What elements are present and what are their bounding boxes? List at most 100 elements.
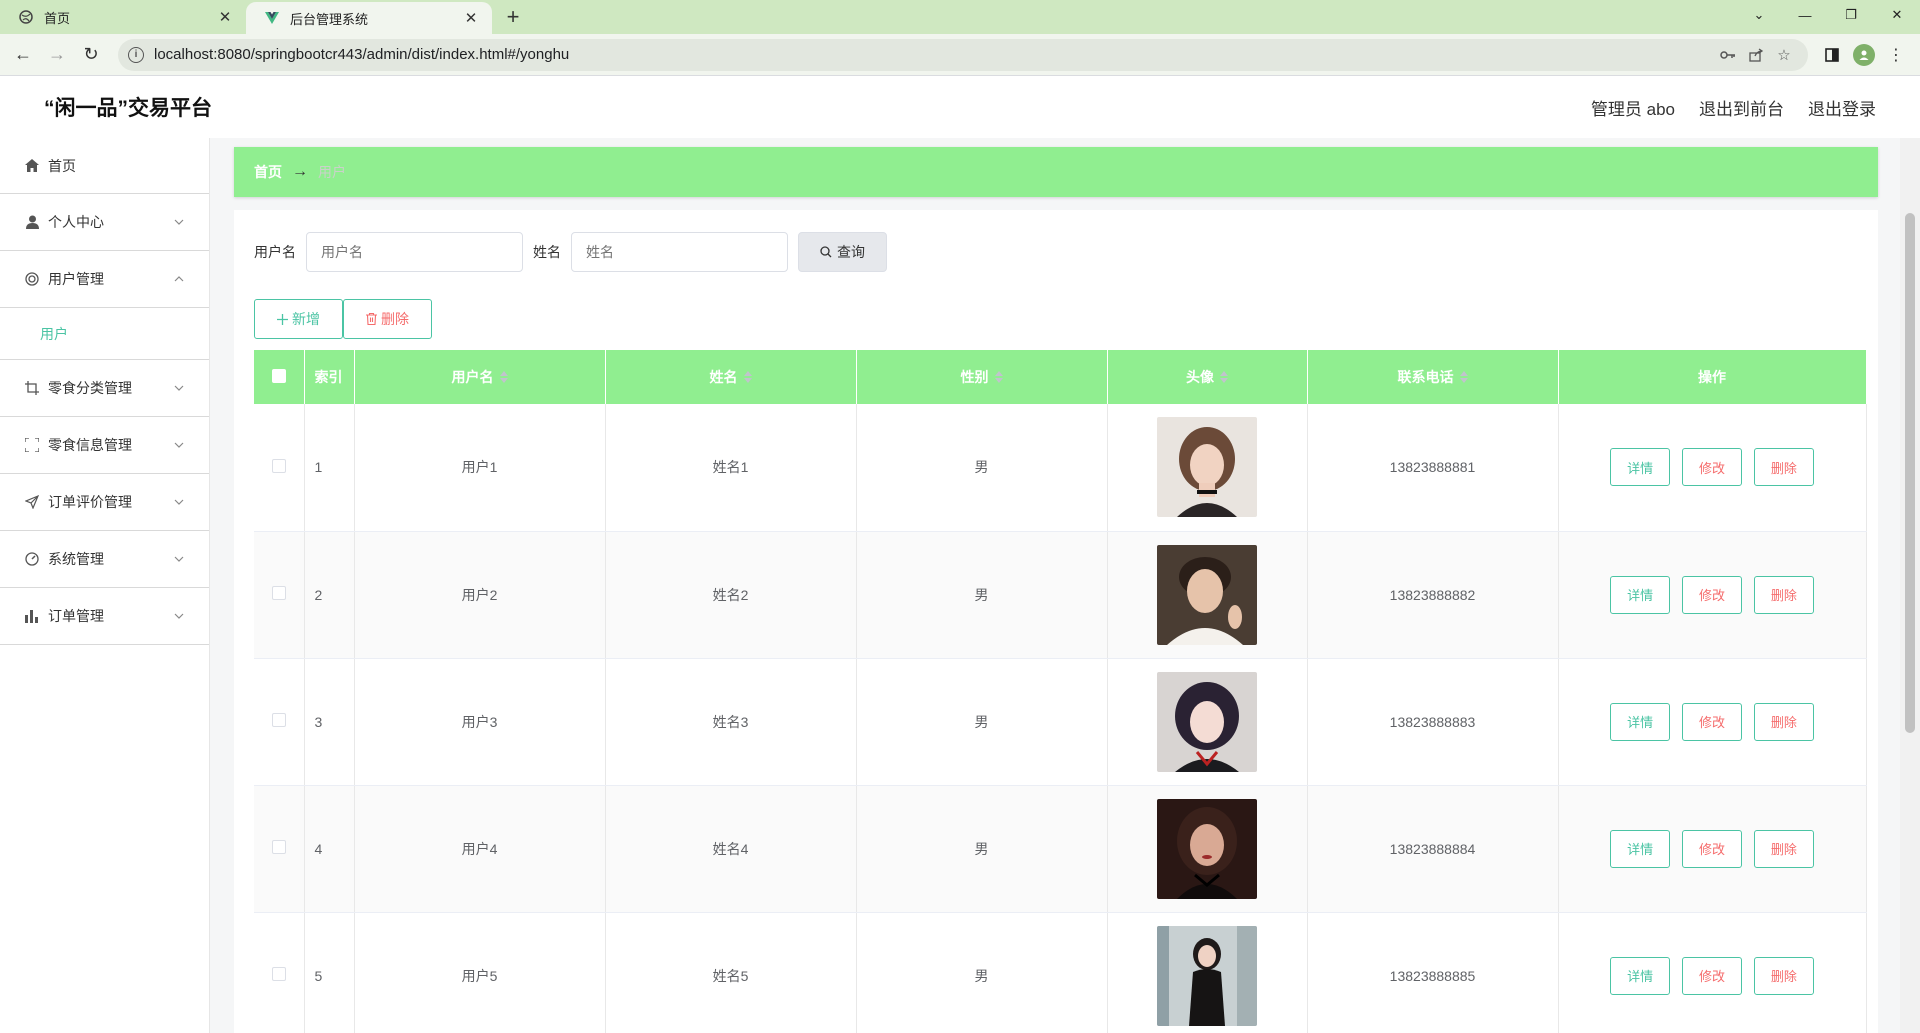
edit-button[interactable]: 修改 bbox=[1682, 956, 1742, 995]
sort-icon[interactable] bbox=[994, 370, 1003, 386]
sidebar: 首页 个人中心 用户管理 用户 零食分类管理 零食信息管理 订单评价管理 系统管… bbox=[0, 138, 210, 1033]
column-header-gender[interactable]: 性别 bbox=[856, 350, 1108, 404]
row-checkbox-cell[interactable] bbox=[254, 531, 305, 659]
close-icon[interactable]: ✕ bbox=[462, 9, 480, 27]
edit-button[interactable]: 修改 bbox=[1682, 702, 1742, 741]
username-search-input[interactable] bbox=[306, 232, 523, 272]
detail-button[interactable]: 详情 bbox=[1610, 829, 1671, 868]
sidebar-item-snack-info[interactable]: 零食信息管理 bbox=[0, 417, 209, 474]
url-bar[interactable]: i localhost:8080/springbootcr443/admin/d… bbox=[118, 38, 1808, 71]
detail-button[interactable]: 详情 bbox=[1610, 448, 1671, 487]
sidebar-item-label: 首页 bbox=[48, 157, 76, 174]
url-text[interactable]: localhost:8080/springbootcr443/admin/dis… bbox=[154, 46, 1714, 63]
table-row: 5 用户5 姓名5 男 13823888885 详情 修改 删除 bbox=[254, 912, 1867, 1033]
row-checkbox[interactable] bbox=[271, 967, 286, 981]
cell-index: 5 bbox=[304, 912, 355, 1033]
cell-gender: 男 bbox=[856, 404, 1108, 532]
avatar-image[interactable] bbox=[1157, 798, 1257, 899]
delete-button[interactable]: 删除 bbox=[1753, 575, 1814, 614]
edit-button[interactable]: 修改 bbox=[1682, 575, 1742, 614]
row-checkbox[interactable] bbox=[271, 840, 286, 854]
search-form: 用户名 姓名 查询 bbox=[254, 232, 887, 272]
sort-icon[interactable] bbox=[1220, 370, 1228, 386]
delete-button[interactable]: 删除 bbox=[1753, 448, 1814, 487]
sidebar-item-system[interactable]: 系统管理 bbox=[0, 531, 209, 588]
tab-search-icon[interactable]: ⌄ bbox=[1736, 0, 1782, 30]
scrollbar-thumb[interactable] bbox=[1905, 213, 1915, 733]
sort-icon[interactable] bbox=[1459, 370, 1468, 386]
select-all-header[interactable] bbox=[254, 350, 305, 404]
users-circle-icon bbox=[24, 271, 40, 287]
sidebar-item-orders[interactable]: 订单管理 bbox=[0, 588, 209, 645]
row-checkbox-cell[interactable] bbox=[254, 404, 305, 532]
avatar-image[interactable] bbox=[1157, 671, 1257, 772]
column-header-username[interactable]: 用户名 bbox=[354, 350, 606, 404]
cell-username: 用户1 bbox=[354, 404, 606, 532]
detail-button[interactable]: 详情 bbox=[1610, 956, 1671, 995]
profile-avatar[interactable] bbox=[1848, 39, 1880, 71]
avatar-image[interactable] bbox=[1157, 925, 1257, 1026]
add-button[interactable]: 新增 bbox=[254, 299, 343, 339]
app-header: “闲一品”交易平台 管理员 abo 退出到前台 退出登录 bbox=[0, 76, 1920, 138]
row-checkbox[interactable] bbox=[271, 713, 286, 727]
bookmark-star-icon[interactable]: ☆ bbox=[1770, 46, 1798, 64]
restore-icon[interactable]: ❐ bbox=[1828, 0, 1874, 30]
new-tab-button[interactable]: + bbox=[496, 0, 530, 34]
table-header-row: 索引 用户名 姓名 性别 头像 联系电话 操作 bbox=[254, 350, 1867, 404]
table-row: 2 用户2 姓名2 男 13823888882 详情 修改 删除 bbox=[254, 531, 1867, 659]
delete-button[interactable]: 删除 bbox=[1753, 956, 1814, 995]
row-checkbox-cell[interactable] bbox=[254, 658, 305, 786]
sort-icon[interactable] bbox=[499, 370, 508, 386]
search-button[interactable]: 查询 bbox=[798, 232, 887, 272]
edit-button[interactable]: 修改 bbox=[1682, 829, 1742, 868]
name-search-input[interactable] bbox=[571, 232, 788, 272]
detail-button[interactable]: 详情 bbox=[1610, 575, 1671, 614]
close-icon[interactable]: ✕ bbox=[216, 8, 234, 26]
column-header-avatar[interactable]: 头像 bbox=[1107, 350, 1308, 404]
sidebar-item-profile[interactable]: 个人中心 bbox=[0, 194, 209, 251]
select-all-checkbox[interactable] bbox=[271, 368, 286, 383]
row-checkbox[interactable] bbox=[271, 458, 286, 473]
row-checkbox-cell[interactable] bbox=[254, 785, 305, 913]
browser-tabbar: 首页 ✕ 后台管理系统 ✕ + ⌄ — ❐ ✕ bbox=[0, 0, 1920, 34]
username-label: 用户名 bbox=[254, 244, 296, 260]
page-title: “闲一品”交易平台 bbox=[44, 97, 212, 120]
menu-kebab-icon[interactable]: ⋮ bbox=[1880, 39, 1912, 71]
avatar-image[interactable] bbox=[1157, 417, 1257, 518]
key-icon[interactable] bbox=[1714, 50, 1742, 60]
cell-actions: 详情 修改 删除 bbox=[1558, 785, 1867, 913]
row-checkbox[interactable] bbox=[271, 586, 286, 600]
sidebar-subitem-users[interactable]: 用户 bbox=[0, 308, 209, 360]
sidebar-item-snack-category[interactable]: 零食分类管理 bbox=[0, 360, 209, 417]
vertical-scrollbar[interactable] bbox=[1900, 138, 1920, 1033]
breadcrumb-home[interactable]: 首页 bbox=[254, 162, 282, 182]
delete-button[interactable]: 删除 bbox=[1753, 702, 1814, 741]
batch-delete-button[interactable]: 删除 bbox=[343, 299, 432, 339]
sort-icon[interactable] bbox=[743, 370, 752, 386]
delete-button[interactable]: 删除 bbox=[1753, 829, 1814, 868]
row-checkbox-cell[interactable] bbox=[254, 912, 305, 1033]
sidepanel-icon[interactable] bbox=[1816, 39, 1848, 71]
logout-link[interactable]: 退出登录 bbox=[1808, 95, 1876, 120]
back-icon[interactable]: ← bbox=[8, 40, 38, 70]
column-header-label: 性别 bbox=[960, 369, 989, 385]
send-icon bbox=[24, 494, 40, 510]
avatar-image[interactable] bbox=[1157, 544, 1257, 645]
reload-icon[interactable]: ↻ bbox=[76, 40, 106, 70]
minimize-icon[interactable]: — bbox=[1782, 0, 1828, 30]
detail-button[interactable]: 详情 bbox=[1610, 702, 1671, 741]
sidebar-item-user-management[interactable]: 用户管理 bbox=[0, 251, 209, 308]
forward-icon[interactable]: → bbox=[42, 40, 72, 70]
sidebar-item-home[interactable]: 首页 bbox=[0, 138, 209, 194]
column-header-name[interactable]: 姓名 bbox=[605, 350, 857, 404]
edit-button[interactable]: 修改 bbox=[1682, 448, 1742, 487]
browser-tab-admin[interactable]: 后台管理系统 ✕ bbox=[246, 2, 492, 34]
close-window-icon[interactable]: ✕ bbox=[1874, 0, 1920, 30]
share-icon[interactable] bbox=[1742, 47, 1770, 62]
column-header-phone[interactable]: 联系电话 bbox=[1307, 350, 1559, 404]
crop-icon bbox=[24, 380, 40, 396]
browser-tab-home[interactable]: 首页 ✕ bbox=[0, 0, 246, 34]
exit-to-front-link[interactable]: 退出到前台 bbox=[1699, 95, 1784, 120]
sidebar-item-order-review[interactable]: 订单评价管理 bbox=[0, 474, 209, 531]
info-icon[interactable]: i bbox=[128, 46, 144, 63]
